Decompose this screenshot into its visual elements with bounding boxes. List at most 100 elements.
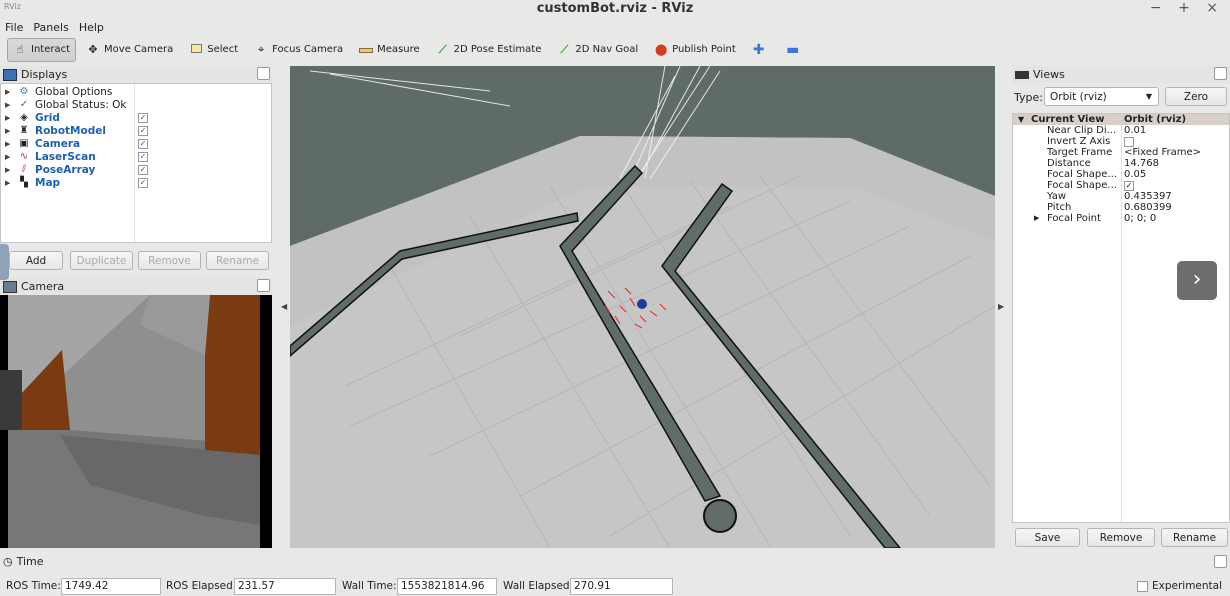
views-float-button[interactable] (1214, 67, 1227, 80)
remove-display-button[interactable]: Remove (138, 251, 201, 270)
map-checkbox[interactable]: ✓ (138, 177, 148, 188)
duplicate-display-button[interactable]: Duplicate (70, 251, 133, 270)
view-type-select[interactable]: Orbit (rviz) ▼ (1044, 87, 1159, 106)
property-row[interactable]: Focal Shape... ✓ (1013, 180, 1229, 191)
property-row[interactable]: Distance 14.768 (1013, 158, 1229, 169)
move-camera-label: Move Camera (104, 44, 174, 55)
camera-image-view[interactable] (0, 295, 272, 548)
measure-tool-button[interactable]: Measure (353, 38, 426, 62)
tree-row-grid[interactable]: ▶ ◈ Grid ✓ (1, 111, 271, 124)
property-name: Focal Shape... (1047, 180, 1117, 191)
tree-label: PoseArray (35, 163, 96, 176)
property-row[interactable]: Focal Shape... 0.05 (1013, 169, 1229, 180)
ros-elapsed-label: ROS Elapsed: (166, 580, 237, 592)
save-view-button[interactable]: Save (1015, 528, 1080, 547)
nav-goal-label: 2D Nav Goal (575, 44, 639, 55)
hand-icon: ☝ (16, 43, 24, 56)
menu-file[interactable]: File (5, 21, 23, 34)
tree-label: Camera (35, 137, 81, 150)
wall-elapsed-field[interactable]: 270.91 (570, 578, 673, 595)
zero-button[interactable]: Zero (1165, 87, 1227, 106)
interact-tool-button[interactable]: ☝ Interact (7, 37, 77, 62)
3d-render-viewport[interactable] (290, 66, 995, 548)
property-row[interactable]: Pitch 0.680399 (1013, 202, 1229, 213)
select-label: Select (207, 44, 239, 55)
move-camera-icon: ✥ (88, 43, 98, 56)
add-display-button[interactable]: Add (9, 251, 63, 270)
property-name: Focal Shape... (1047, 169, 1117, 180)
expand-arrow-icon[interactable]: ▶ (5, 127, 10, 135)
property-row[interactable]: ▶ Focal Point 0; 0; 0 (1013, 213, 1229, 224)
displays-tree: ▶ ⚙ Global Options ▶ ✓ Global Status: Ok… (0, 83, 272, 243)
next-arrow-button[interactable]: › (1176, 260, 1218, 301)
nav-goal-tool-button[interactable]: ⟋ 2D Nav Goal (551, 38, 644, 62)
expand-arrow-icon[interactable]: ▶ (5, 179, 10, 187)
camera-float-button[interactable] (257, 279, 270, 292)
collapse-left-arrow-icon[interactable]: ◀ (281, 302, 287, 311)
expand-arrow-icon[interactable]: ▶ (5, 88, 10, 96)
property-row[interactable]: Target Frame <Fixed Frame> (1013, 147, 1229, 158)
current-view-label: Current View (1031, 114, 1105, 125)
camera-icon: ▣ (19, 138, 29, 149)
select-tool-button[interactable]: Select (183, 38, 244, 62)
expand-arrow-icon[interactable]: ▶ (5, 140, 10, 148)
dock-tab-handle[interactable] (0, 244, 9, 280)
remove-view-button[interactable]: Remove (1087, 528, 1155, 547)
menu-help[interactable]: Help (79, 21, 104, 34)
publish-point-tool-button[interactable]: ⬤ Publish Point (648, 38, 742, 62)
property-row[interactable]: Near Clip Di... 0.01 (1013, 125, 1229, 136)
pose-estimate-tool-button[interactable]: ⟋ 2D Pose Estimate (430, 38, 548, 62)
camera-checkbox[interactable]: ✓ (138, 138, 148, 149)
window-controls[interactable]: − + × (1150, 0, 1224, 16)
tree-row-camera[interactable]: ▶ ▣ Camera ✓ (1, 137, 271, 150)
laserscan-checkbox[interactable]: ✓ (138, 151, 148, 162)
tree-label: RobotModel (35, 124, 106, 137)
posearray-checkbox[interactable]: ✓ (138, 164, 148, 175)
toolbar: ☝ Interact ✥ Move Camera Select ⌖ Focus … (0, 36, 1230, 63)
grid-checkbox[interactable]: ✓ (138, 112, 148, 123)
ros-time-field[interactable]: 1749.42 (61, 578, 161, 595)
ros-elapsed-field[interactable]: 231.57 (234, 578, 336, 595)
invert-z-checkbox[interactable] (1124, 137, 1134, 147)
views-panel-header: Views (1012, 66, 1230, 83)
collapse-right-arrow-icon[interactable]: ▶ (998, 302, 1004, 311)
tree-row-laserscan[interactable]: ▶ ∿ LaserScan ✓ (1, 150, 271, 163)
tree-row-robotmodel[interactable]: ▶ ♜ RobotModel ✓ (1, 124, 271, 137)
tree-row-global-status[interactable]: ▶ ✓ Global Status: Ok (1, 98, 271, 111)
add-tool-button[interactable]: ✚ (746, 38, 776, 62)
wall-elapsed-label: Wall Elapsed: (503, 580, 574, 592)
expand-arrow-icon[interactable]: ▶ (5, 114, 10, 122)
tree-row-global-options[interactable]: ▶ ⚙ Global Options (1, 85, 271, 98)
remove-tool-button[interactable]: ▬ (780, 38, 810, 62)
rename-view-button[interactable]: Rename (1161, 528, 1228, 547)
property-row[interactable]: Invert Z Axis (1013, 136, 1229, 147)
close-button[interactable]: × (1206, 0, 1224, 16)
current-view-row[interactable]: ▼ Current View Orbit (rviz) (1013, 114, 1229, 125)
tree-row-posearray[interactable]: ▶ ⫽ PoseArray ✓ (1, 163, 271, 176)
property-name: Target Frame (1047, 147, 1113, 158)
property-value: 0.05 (1124, 169, 1147, 180)
maximize-button[interactable]: + (1178, 0, 1196, 16)
rename-display-button[interactable]: Rename (206, 251, 269, 270)
tree-row-map[interactable]: ▶ ▚ Map ✓ (1, 176, 271, 189)
robotmodel-checkbox[interactable]: ✓ (138, 125, 148, 136)
robot-model (637, 299, 647, 309)
wall-time-field[interactable]: 1553821814.96 (397, 578, 497, 595)
expand-arrow-icon[interactable]: ▶ (5, 166, 10, 174)
time-float-button[interactable] (1214, 555, 1227, 568)
minimize-button[interactable]: − (1150, 0, 1168, 16)
collapse-arrow-icon[interactable]: ▼ (1018, 114, 1024, 125)
window-title: customBot.rviz - RViz (536, 1, 694, 16)
move-camera-tool-button[interactable]: ✥ Move Camera (80, 38, 179, 62)
focal-shape-checkbox[interactable]: ✓ (1124, 181, 1134, 191)
property-row[interactable]: Yaw 0.435397 (1013, 191, 1229, 202)
expand-arrow-icon[interactable]: ▶ (5, 153, 10, 161)
time-title: Time (16, 555, 44, 568)
menu-panels[interactable]: Panels (33, 21, 68, 34)
focus-camera-label: Focus Camera (272, 44, 344, 55)
experimental-checkbox[interactable] (1137, 581, 1148, 592)
focus-camera-tool-button[interactable]: ⌖ Focus Camera (248, 38, 349, 62)
expand-arrow-icon[interactable]: ▶ (1034, 213, 1039, 224)
displays-float-button[interactable] (257, 67, 270, 80)
expand-arrow-icon[interactable]: ▶ (5, 101, 10, 109)
